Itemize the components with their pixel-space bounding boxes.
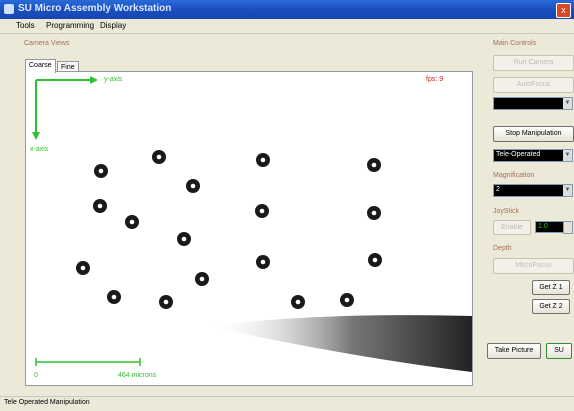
scale-label: 464 microns (118, 372, 157, 379)
axis-indicator (32, 76, 98, 140)
magnification-value: 2 (496, 186, 500, 193)
mode-select[interactable]: Tele-Operated ▼ (493, 149, 573, 162)
get-z2-button[interactable]: Get Z 2 (532, 299, 570, 314)
magnification-label: Magnification (493, 172, 535, 179)
tab-coarse[interactable]: Coarse (25, 59, 56, 73)
scale-bar (35, 358, 141, 366)
y-axis-label: y-axis (104, 76, 123, 83)
menu-programming[interactable]: Programming (46, 21, 94, 30)
camera-image: y-axis x-axis fps: 9 0 464 microns (30, 76, 472, 379)
joystick-spinner[interactable] (563, 221, 573, 234)
joystick-enable-button[interactable]: Enable (493, 220, 531, 235)
chevron-down-icon[interactable]: ▼ (563, 98, 572, 109)
main-controls-label: Main Controls (493, 40, 537, 47)
run-camera-button[interactable]: Run Camera (493, 55, 574, 71)
status-bar: Tele Operated Manipulation (0, 396, 574, 411)
micro-beads (76, 150, 382, 309)
microfocus-button[interactable]: MicroFocus (493, 258, 574, 274)
app-icon (4, 4, 14, 14)
get-z1-button[interactable]: Get Z 1 (532, 280, 570, 295)
joystick-label: JoyStick (493, 208, 520, 215)
su-button[interactable]: SU (546, 343, 572, 359)
menu-tools[interactable]: Tools (16, 21, 35, 30)
depth-label: Depth (493, 245, 512, 252)
menu-display[interactable]: Display (100, 21, 126, 30)
window-title: SU Micro Assembly Workstation (18, 3, 172, 14)
chevron-down-icon[interactable]: ▼ (563, 150, 572, 161)
autofocus-button[interactable]: AutoFocus (493, 77, 574, 93)
camera-select[interactable]: ▼ (493, 97, 573, 110)
chevron-down-icon[interactable]: ▼ (563, 185, 572, 196)
stop-manipulation-button[interactable]: Stop Manipulation (493, 126, 574, 142)
scale-zero: 0 (34, 372, 38, 379)
magnification-select[interactable]: 2 ▼ (493, 184, 573, 197)
camera-views-label: Camera Views (24, 40, 70, 47)
title-bar: SU Micro Assembly Workstation x (0, 0, 574, 19)
camera-view: y-axis x-axis fps: 9 0 464 microns (25, 71, 473, 386)
probe-shadow (206, 315, 472, 372)
status-text: Tele Operated Manipulation (4, 399, 90, 406)
menu-bar: Tools Programming Display (0, 19, 574, 34)
close-icon[interactable]: x (556, 3, 571, 18)
fps-readout: fps: 9 (426, 76, 443, 83)
take-picture-button[interactable]: Take Picture (487, 343, 541, 359)
joystick-speed-input[interactable]: 1.0 (535, 221, 565, 233)
mode-value: Tele-Operated (496, 151, 541, 158)
x-axis-label: x-axis (30, 146, 49, 153)
